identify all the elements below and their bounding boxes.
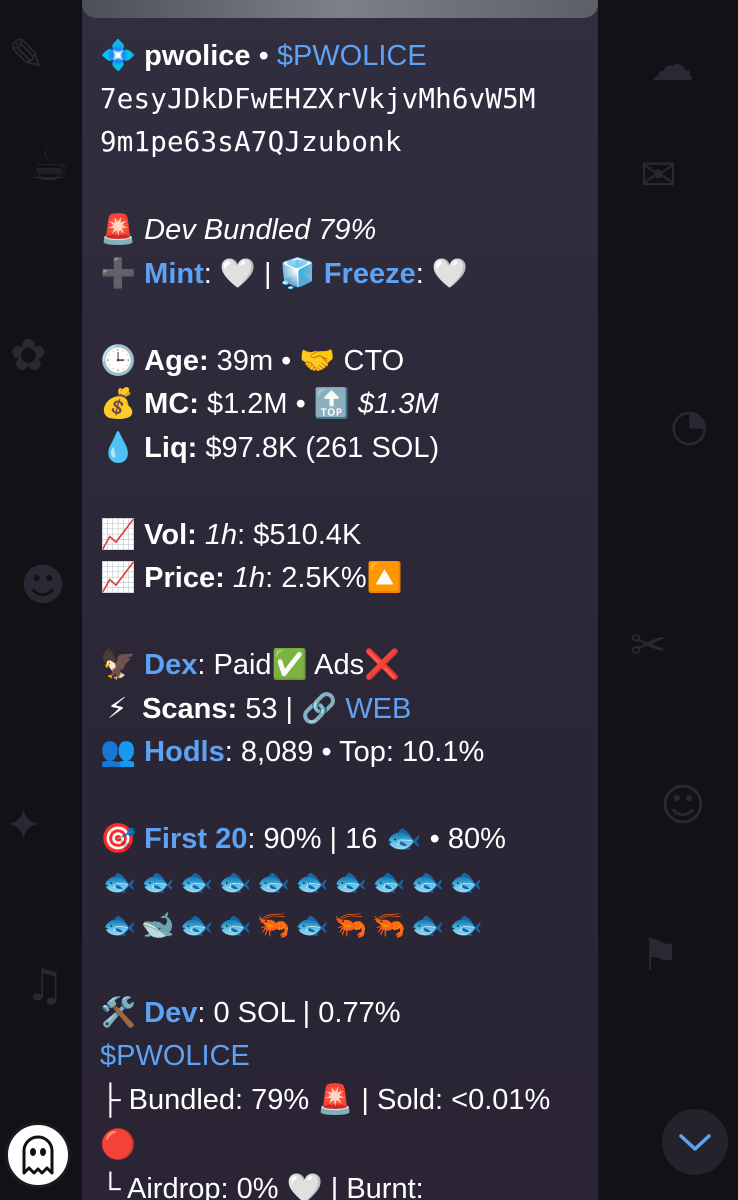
dex-row: 🦅 Dex: Paid✅ Ads❌ <box>100 643 590 687</box>
holders-row: 👥 Hodls: 8,089 • Top: 10.1% <box>100 730 590 774</box>
top-arrow-icon: 🔝 <box>313 386 350 420</box>
lightning-icon: ⚡ <box>106 690 128 725</box>
shrimp-icon: 🦐 <box>333 910 368 941</box>
chat-screen: { "message": { "header": {"icon":"💠","na… <box>0 0 738 1200</box>
volume-row: 📈 Vol: 1h: $510.4K <box>100 513 590 557</box>
fish-icon: 🐟 <box>385 821 422 855</box>
eagle-icon: 🦅 <box>100 647 137 681</box>
fish-icon: 🐟 <box>217 910 252 941</box>
tools-icon: 🛠️ <box>100 995 137 1029</box>
doodle-icon: ◔ <box>670 400 709 451</box>
cross-mark-icon: ❌ <box>364 647 401 681</box>
handshake-icon: 🤝 <box>299 342 336 377</box>
ice-icon: 🧊 <box>279 255 316 290</box>
plus-icon: ➕ <box>100 255 137 290</box>
contract-address-line-2[interactable]: 9m1pe63sA7QJzubonk <box>100 121 590 165</box>
dev-ticker-link[interactable]: $PWOLICE <box>100 1035 590 1079</box>
doodle-icon: ✎ <box>8 30 45 81</box>
fish-icon: 🐟 <box>294 866 329 898</box>
scans-row: ⚡ Scans: 53 | 🔗 WEB <box>100 687 590 731</box>
money-bag-icon: 💰 <box>100 386 137 420</box>
fish-icon: 🐟 <box>102 910 137 941</box>
token-name: pwolice <box>144 40 251 72</box>
fish-icon: 🐟 <box>448 866 483 898</box>
doodle-icon: ☻ <box>20 560 66 611</box>
shrimp-icon: 🦐 <box>256 910 291 941</box>
droplet-icon: 💧 <box>100 429 137 464</box>
freeze-link[interactable]: Freeze <box>324 258 416 290</box>
fish-icon: 🐟 <box>410 866 445 898</box>
fish-icon: 🐟 <box>410 910 445 941</box>
red-circle-icon: 🔴 <box>100 1126 137 1161</box>
doodle-icon: ☁ <box>650 40 694 91</box>
target-icon: 🎯 <box>100 821 137 855</box>
contract-address-line-1[interactable]: 7esyJDkDFwEHZXrVkjvMh6vW5M <box>100 78 590 122</box>
fish-icon: 🐟 <box>140 866 175 898</box>
white-heart-icon: 🤍 <box>431 255 468 290</box>
users-icon: 👥 <box>100 734 137 768</box>
bot-avatar[interactable] <box>5 1122 71 1188</box>
doodle-icon: ✉ <box>640 150 677 201</box>
doodle-icon: ✂ <box>630 620 667 671</box>
doodle-icon: ✿ <box>10 330 47 381</box>
fish-icon: 🐟 <box>333 866 368 898</box>
whale-icon: 🐋 <box>140 910 175 941</box>
holder-icons-row-2: 🐟 🐋 🐟 🐟 🦐 🐟 🦐 🦐 🐟 🐟 <box>100 904 590 948</box>
ticker-link[interactable]: $PWOLICE <box>277 40 427 72</box>
fish-icon: 🐟 <box>448 910 483 941</box>
link-icon: 🔗 <box>301 690 338 725</box>
first-20-row: 🎯 First 20: 90% | 16 🐟 • 80% <box>100 817 590 861</box>
doodle-icon: ☕ <box>30 140 70 191</box>
diamond-icon: 💠 <box>100 38 137 72</box>
web-link[interactable]: WEB <box>345 693 411 725</box>
chart-up-icon: 📈 <box>100 560 137 594</box>
fish-icon: 🐟 <box>217 866 252 898</box>
fish-icon: 🐟 <box>179 866 214 898</box>
scroll-down-button[interactable] <box>662 1109 728 1175</box>
dev-bundled-row: ├ Bundled: 79% 🚨 | Sold: <0.01% 🔴 <box>100 1078 590 1167</box>
doodle-icon: ♫ <box>25 960 65 1011</box>
liquidity-row: 💧 Liq: $97.8K (261 SOL) <box>100 426 590 470</box>
dev-link[interactable]: Dev <box>144 997 197 1029</box>
dex-link[interactable]: Dex <box>144 649 197 681</box>
doodle-icon: ✦ <box>5 800 42 851</box>
mint-link[interactable]: Mint <box>144 258 204 290</box>
white-heart-icon: 🤍 <box>286 1171 323 1200</box>
doodle-icon: ⚑ <box>640 930 680 981</box>
first-20-link[interactable]: First 20 <box>144 823 247 855</box>
media-preview[interactable] <box>82 0 598 18</box>
siren-icon: 🚨 <box>100 212 137 246</box>
fish-icon: 🐟 <box>294 910 329 941</box>
chevron-down-icon <box>679 1134 711 1151</box>
market-cap-row: 💰 MC: $1.2M • 🔝 $1.3M <box>100 382 590 426</box>
message-text: 💠 pwolice • $PWOLICE 7esyJDkDFwEHZXrVkjv… <box>100 34 590 1200</box>
fish-icon: 🐟 <box>102 866 137 898</box>
price-row: 📈 Price: 1h: 2.5K%🔼 <box>100 556 590 600</box>
age-row: 🕒 Age: 39m • 🤝 CTO <box>100 339 590 383</box>
shrimp-icon: 🦐 <box>371 910 406 941</box>
white-heart-icon: 🤍 <box>219 255 256 290</box>
bundled-warning: 🚨 Dev Bundled 79% <box>100 208 590 252</box>
token-header: 💠 pwolice • $PWOLICE <box>100 34 590 78</box>
fish-icon: 🐟 <box>256 866 291 898</box>
doodle-icon: ☺ <box>660 780 706 831</box>
hodls-link[interactable]: Hodls <box>144 736 225 768</box>
up-triangle-icon: 🔼 <box>366 560 403 594</box>
clock-icon: 🕒 <box>100 342 137 377</box>
ghost-icon <box>22 1135 54 1175</box>
fish-icon: 🐟 <box>371 866 406 898</box>
holder-icons-row-1: 🐟 🐟 🐟 🐟 🐟 🐟 🐟 🐟 🐟 🐟 <box>100 861 590 905</box>
fish-icon: 🐟 <box>179 910 214 941</box>
chart-up-icon: 📈 <box>100 516 137 551</box>
dev-row: 🛠️ Dev: 0 SOL | 0.77% <box>100 991 590 1035</box>
message-bubble[interactable]: 💠 pwolice • $PWOLICE 7esyJDkDFwEHZXrVkjv… <box>82 0 598 1200</box>
mint-freeze-row: ➕ Mint: 🤍 | 🧊 Freeze: 🤍 <box>100 252 590 296</box>
siren-icon: 🚨 <box>317 1082 354 1116</box>
check-mark-icon: ✅ <box>271 647 308 681</box>
dev-airdrop-row: └ Airdrop: 0% 🤍 | Burnt: <box>100 1167 590 1200</box>
